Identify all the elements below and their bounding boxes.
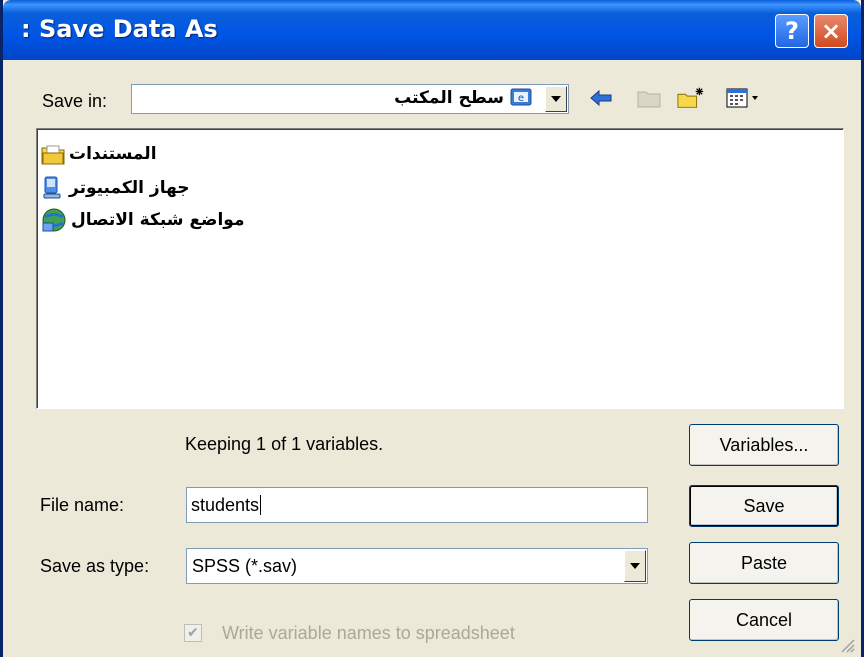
chevron-down-icon[interactable] xyxy=(545,86,567,112)
cancel-button[interactable]: Cancel xyxy=(689,599,839,641)
title-bar[interactable]: : Save Data As ? × xyxy=(3,0,861,60)
resize-grip-icon[interactable] xyxy=(839,637,855,653)
svg-text:e: e xyxy=(518,93,524,104)
write-names-label: Write variable names to spreadsheet xyxy=(222,623,515,643)
network-places-icon xyxy=(41,207,67,233)
my-computer-icon xyxy=(41,176,65,200)
file-name-value: students xyxy=(191,494,260,515)
save-in-combo[interactable]: e سطح المكتب xyxy=(131,84,569,114)
close-button[interactable]: × xyxy=(814,14,848,48)
back-arrow-icon[interactable] xyxy=(587,84,615,112)
file-list[interactable]: المستندات جهاز الكمبيوتر مواضع شبكة الات… xyxy=(36,128,844,409)
documents-folder-icon xyxy=(41,143,65,165)
list-item[interactable]: مواضع شبكة الاتصال xyxy=(41,205,245,235)
save-in-value: سطح المكتب xyxy=(394,88,504,108)
text-caret xyxy=(260,495,262,515)
file-name-input[interactable]: students xyxy=(186,487,648,523)
save-as-type-value: SPSS (*.sav) xyxy=(192,556,298,576)
save-as-type-select[interactable]: SPSS (*.sav) xyxy=(186,548,648,584)
save-data-dialog: : Save Data As ? × Save in: e سطح المكتب… xyxy=(0,0,864,657)
new-folder-icon[interactable] xyxy=(677,84,705,112)
save-button[interactable]: Save xyxy=(689,485,839,527)
save-as-type-label: Save as type: xyxy=(40,556,150,576)
chevron-down-icon[interactable] xyxy=(624,550,646,582)
paste-button[interactable]: Paste xyxy=(689,542,839,584)
file-name: جهاز الكمبيوتر xyxy=(69,178,190,198)
write-names-checkbox[interactable]: ✔ xyxy=(184,624,202,642)
save-in-label: Save in: xyxy=(42,91,108,111)
up-folder-icon xyxy=(635,84,663,112)
view-menu-icon[interactable] xyxy=(725,84,765,112)
help-button[interactable]: ? xyxy=(775,14,809,48)
desktop-icon: e xyxy=(510,88,532,108)
list-item[interactable]: المستندات xyxy=(41,139,157,169)
list-item[interactable]: جهاز الكمبيوتر xyxy=(41,173,190,203)
variables-button[interactable]: Variables... xyxy=(689,424,839,466)
file-name: مواضع شبكة الاتصال xyxy=(71,210,245,230)
file-name-label: File name: xyxy=(40,495,125,515)
status-text: Keeping 1 of 1 variables. xyxy=(185,434,384,454)
window-title: : Save Data As xyxy=(21,15,218,43)
file-name: المستندات xyxy=(69,144,157,164)
